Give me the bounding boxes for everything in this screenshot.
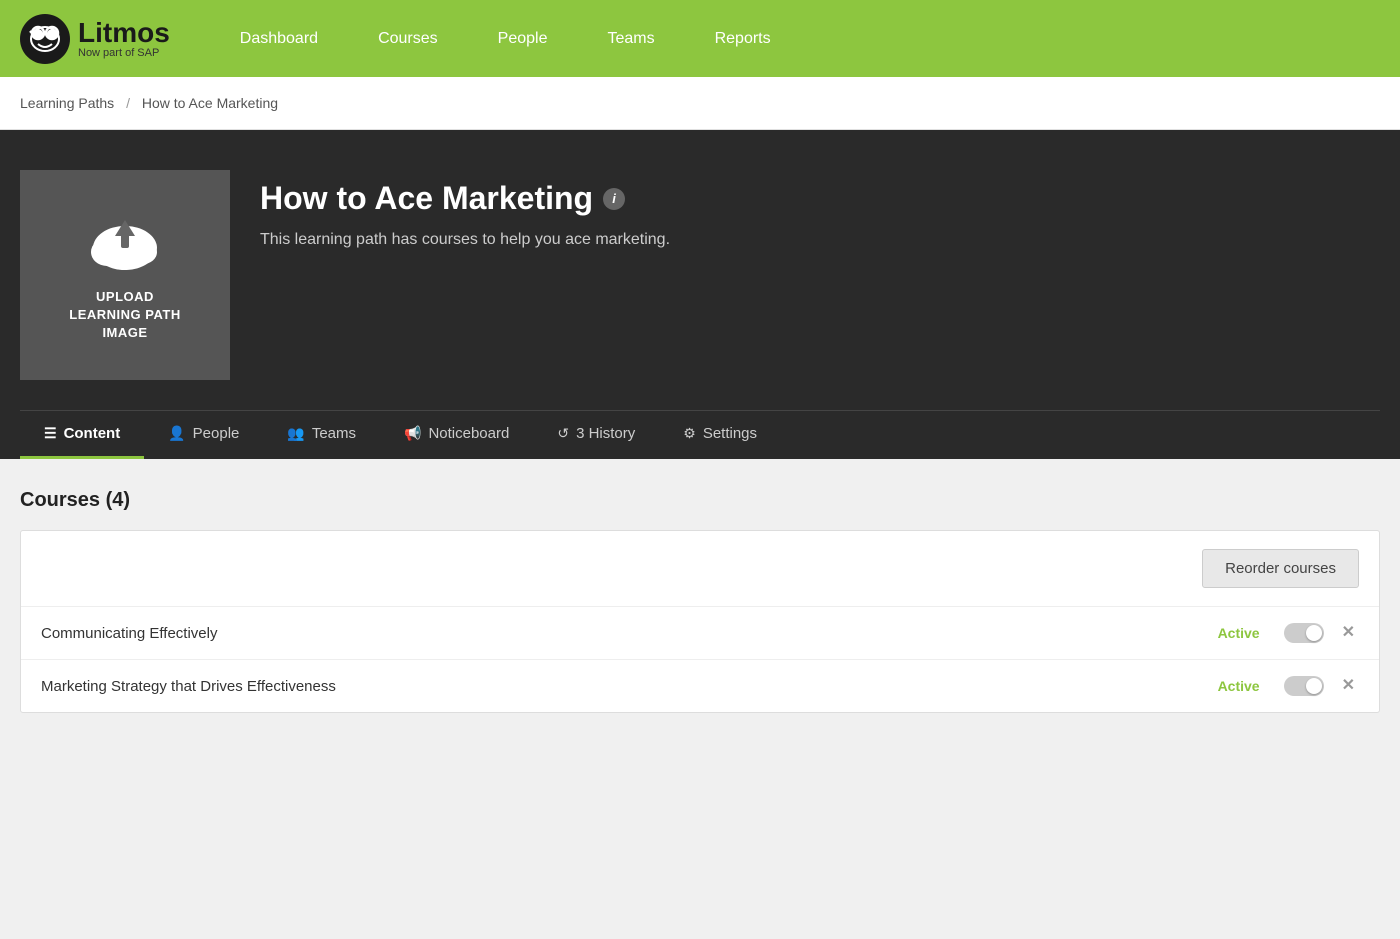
tab-teams[interactable]: 👥 Teams <box>263 411 380 459</box>
brand-text: Litmos Now part of SAP <box>78 19 170 59</box>
tab-noticeboard-label: Noticeboard <box>428 425 509 442</box>
history-tab-icon: ↺ <box>557 425 569 442</box>
courses-card-header: Reorder courses <box>21 531 1379 607</box>
nav-link-courses[interactable]: Courses <box>348 0 468 77</box>
nav-link-teams[interactable]: Teams <box>577 0 684 77</box>
nav-link-people[interactable]: People <box>468 0 578 77</box>
breadcrumb-current: How to Ace Marketing <box>142 95 278 111</box>
cloud-upload-icon <box>85 208 165 276</box>
main-nav: Dashboard Courses People Teams Reports <box>210 0 801 77</box>
settings-tab-icon: ⚙ <box>683 425 696 442</box>
upload-image-label: UPLOADLEARNING PATHIMAGE <box>69 288 180 343</box>
tab-history[interactable]: ↺ 3 History <box>533 411 659 459</box>
tab-settings-label: Settings <box>703 425 757 442</box>
nav-item-courses[interactable]: Courses <box>348 0 468 77</box>
nav-link-dashboard[interactable]: Dashboard <box>210 0 348 77</box>
navbar: Litmos Now part of SAP Dashboard Courses… <box>0 0 1400 77</box>
course-toggle[interactable] <box>1284 623 1324 643</box>
breadcrumb-separator: / <box>126 95 130 111</box>
course-toggle[interactable] <box>1284 676 1324 696</box>
tab-people-label: People <box>193 425 240 442</box>
tab-noticeboard[interactable]: 📢 Noticeboard <box>380 411 533 459</box>
nav-item-teams[interactable]: Teams <box>577 0 684 77</box>
people-tab-icon: 👤 <box>168 425 185 442</box>
remove-course-button[interactable]: ✕ <box>1338 676 1359 696</box>
content-tab-icon: ☰ <box>44 425 57 442</box>
teams-tab-icon: 👥 <box>287 425 304 442</box>
noticeboard-tab-icon: 📢 <box>404 425 421 442</box>
litmos-logo-icon <box>20 14 70 64</box>
brand-name: Litmos <box>78 19 170 47</box>
table-row: Communicating Effectively Active ✕ <box>21 607 1379 660</box>
upload-image-button[interactable]: UPLOADLEARNING PATHIMAGE <box>20 170 230 380</box>
hero-body: UPLOADLEARNING PATHIMAGE How to Ace Mark… <box>20 170 1380 410</box>
nav-item-reports[interactable]: Reports <box>685 0 801 77</box>
tab-teams-label: Teams <box>312 425 356 442</box>
tab-people[interactable]: 👤 People <box>144 411 263 459</box>
hero-title: How to Ace Marketing i <box>260 180 670 217</box>
nav-item-people[interactable]: People <box>468 0 578 77</box>
courses-card: Reorder courses Communicating Effectivel… <box>20 530 1380 713</box>
info-icon[interactable]: i <box>603 188 625 210</box>
remove-course-button[interactable]: ✕ <box>1338 623 1359 643</box>
nav-link-reports[interactable]: Reports <box>685 0 801 77</box>
main-content: Courses (4) Reorder courses Communicatin… <box>0 459 1400 859</box>
course-name: Communicating Effectively <box>41 625 1200 642</box>
course-status: Active <box>1200 678 1260 694</box>
breadcrumb-parent[interactable]: Learning Paths <box>20 95 114 111</box>
hero-title-text: How to Ace Marketing <box>260 180 593 217</box>
brand-logo[interactable]: Litmos Now part of SAP <box>20 14 170 64</box>
course-status: Active <box>1200 625 1260 641</box>
content-tabs: ☰ Content 👤 People 👥 Teams 📢 Noticeboard… <box>20 410 1380 459</box>
tab-settings[interactable]: ⚙ Settings <box>659 411 781 459</box>
course-name: Marketing Strategy that Drives Effective… <box>41 678 1200 695</box>
hero-info: How to Ace Marketing i This learning pat… <box>260 170 670 249</box>
courses-section-title: Courses (4) <box>20 489 1380 512</box>
hero-description: This learning path has courses to help y… <box>260 231 670 249</box>
nav-item-dashboard[interactable]: Dashboard <box>210 0 348 77</box>
breadcrumb: Learning Paths / How to Ace Marketing <box>0 77 1400 130</box>
tab-content[interactable]: ☰ Content <box>20 411 144 459</box>
table-row: Marketing Strategy that Drives Effective… <box>21 660 1379 712</box>
hero-section: UPLOADLEARNING PATHIMAGE How to Ace Mark… <box>0 130 1400 459</box>
brand-subtitle: Now part of SAP <box>78 47 170 59</box>
tab-content-label: Content <box>64 425 121 442</box>
reorder-courses-button[interactable]: Reorder courses <box>1202 549 1359 588</box>
tab-history-label: 3 History <box>576 425 635 442</box>
